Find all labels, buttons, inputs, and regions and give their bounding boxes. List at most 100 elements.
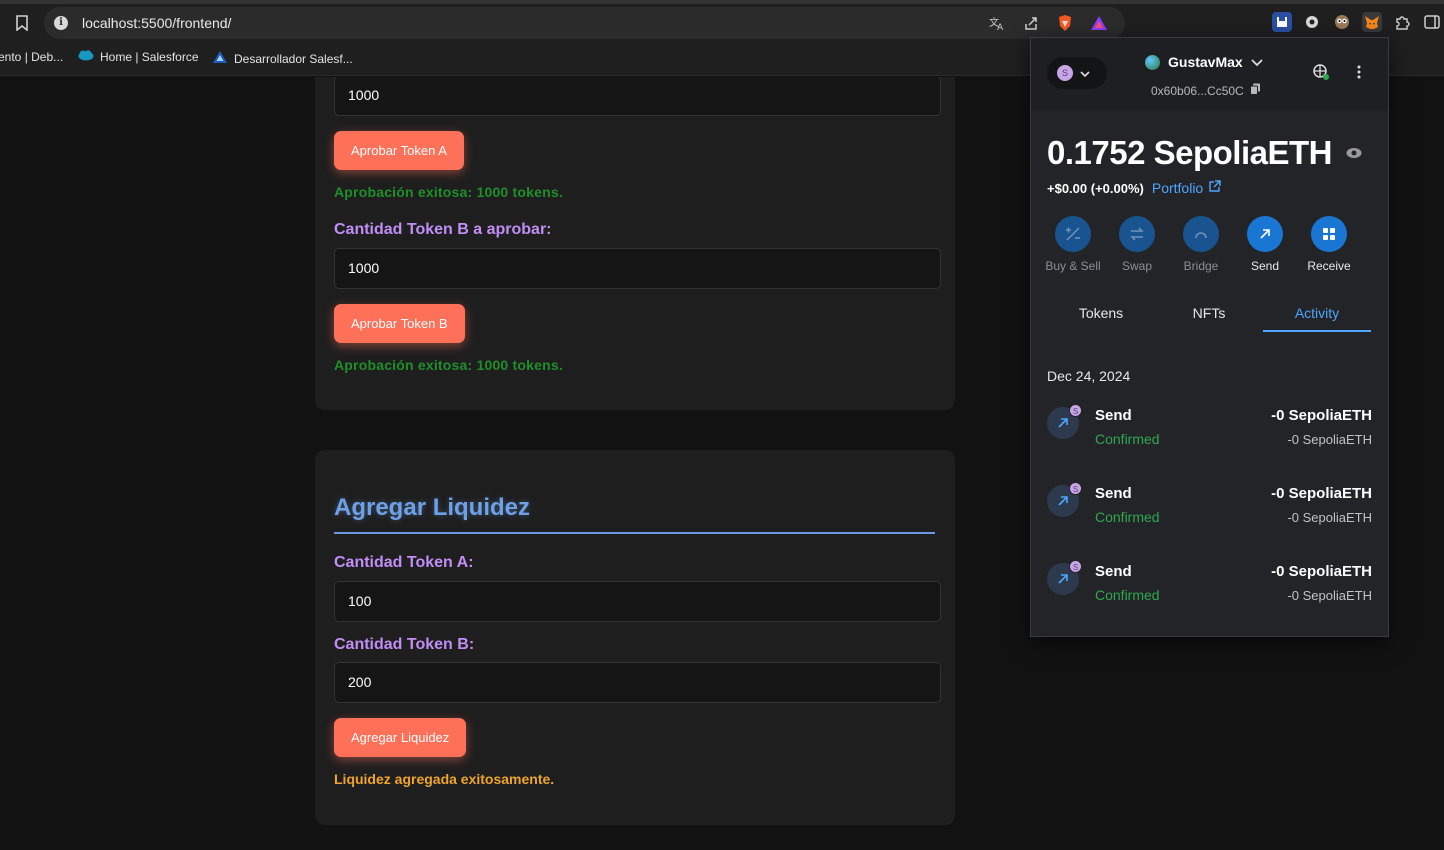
- kebab-menu-icon[interactable]: [1349, 62, 1369, 82]
- tx-type: Send: [1095, 563, 1132, 580]
- address-bar[interactable]: i localhost:5500/frontend/ 文A: [44, 7, 1125, 39]
- portfolio-label: Portfolio: [1151, 180, 1204, 196]
- tab-activity[interactable]: Activity: [1263, 296, 1371, 332]
- liquidity-result-message: Liquidez agregada exitosamente.: [334, 771, 555, 787]
- network-badge: S: [1069, 404, 1082, 417]
- receive-action[interactable]: Receive: [1297, 216, 1361, 273]
- tab-tokens[interactable]: Tokens: [1047, 296, 1155, 332]
- tx-status: Confirmed: [1095, 509, 1160, 525]
- tx-type: Send: [1095, 407, 1132, 424]
- translate-icon[interactable]: 文A: [987, 13, 1007, 33]
- eye-icon[interactable]: [1346, 147, 1362, 159]
- tx-status: Confirmed: [1095, 587, 1160, 603]
- svg-text:A: A: [997, 23, 1004, 31]
- bookmark-label: Desarrollador Salesf...: [234, 51, 353, 66]
- swap-label: Swap: [1121, 259, 1153, 273]
- owl-extension-icon[interactable]: [1332, 12, 1352, 32]
- sidebar-toggle-icon[interactable]: [1422, 12, 1442, 32]
- balance-value: 0.1752 SepoliaETH: [1047, 134, 1332, 171]
- buy-sell-label: Buy & Sell: [1045, 259, 1101, 273]
- token-b-approve-input[interactable]: 1000: [334, 248, 941, 289]
- metamask-popup: S GustavMax 0x60b06...Cc50C 0.1752 Sepol…: [1030, 37, 1389, 637]
- bookmark-salesforce-dev[interactable]: Desarrollador Salesf...: [212, 50, 353, 67]
- approve-token-a-button[interactable]: Aprobar Token A: [334, 131, 464, 170]
- bookmark-icon[interactable]: [12, 13, 32, 33]
- activity-item[interactable]: S Send Confirmed -0 SepoliaETH -0 Sepoli…: [1047, 482, 1372, 536]
- activity-date: Dec 24, 2024: [1047, 368, 1131, 384]
- trailhead-icon: [212, 50, 228, 67]
- url-text[interactable]: localhost:5500/frontend/: [82, 15, 231, 31]
- metamask-fox-icon[interactable]: [1362, 12, 1382, 32]
- extensions-puzzle-icon[interactable]: [1392, 12, 1412, 32]
- receive-label: Receive: [1307, 259, 1351, 273]
- address-text: 0x60b06...Cc50C: [1151, 83, 1244, 98]
- token-b-approve-label: Cantidad Token B a aprobar:: [334, 221, 552, 238]
- save-extension-icon[interactable]: [1272, 12, 1292, 32]
- tx-amount: -0 SepoliaETH: [1271, 563, 1372, 580]
- chatgpt-extension-icon[interactable]: [1302, 12, 1322, 32]
- network-avatar: S: [1057, 65, 1073, 81]
- tx-fiat-amount: -0 SepoliaETH: [1287, 432, 1372, 447]
- account-avatar: [1145, 54, 1160, 70]
- tx-amount: -0 SepoliaETH: [1271, 485, 1372, 502]
- approve-token-b-button[interactable]: Aprobar Token B: [334, 304, 465, 343]
- add-liquidity-button[interactable]: Agregar Liquidez: [334, 718, 467, 757]
- send-label: Send: [1250, 259, 1280, 273]
- tx-fiat-amount: -0 SepoliaETH: [1287, 510, 1372, 525]
- token-b-approve-success: Aprobación exitosa: 1000 tokens.: [334, 357, 563, 373]
- send-action[interactable]: Send: [1233, 216, 1297, 273]
- activity-item[interactable]: S Send Confirmed -0 SepoliaETH -0 Sepoli…: [1047, 404, 1372, 458]
- tx-type: Send: [1095, 485, 1132, 502]
- tab-nfts[interactable]: NFTs: [1155, 296, 1263, 332]
- wallet-header: S GustavMax 0x60b06...Cc50C: [1031, 38, 1388, 110]
- wallet-balance: 0.1752 SepoliaETH: [1047, 134, 1362, 172]
- bridge-label: Bridge: [1183, 259, 1219, 273]
- plus-minus-icon: [1055, 216, 1091, 252]
- brave-shield-icon[interactable]: [1055, 13, 1075, 33]
- account-selector[interactable]: GustavMax: [1145, 54, 1263, 70]
- bridge-action[interactable]: Bridge: [1169, 216, 1233, 273]
- network-selector[interactable]: S: [1047, 57, 1107, 89]
- tx-fiat-amount: -0 SepoliaETH: [1287, 588, 1372, 603]
- chevron-down-icon: [1251, 54, 1263, 70]
- activity-item[interactable]: S Send Confirmed -0 SepoliaETH -0 Sepoli…: [1047, 560, 1372, 614]
- send-arrow-icon: S: [1047, 482, 1082, 517]
- salesforce-cloud-icon: [78, 50, 94, 64]
- liquidity-token-b-input[interactable]: 200: [334, 662, 941, 703]
- network-badge: S: [1069, 482, 1082, 495]
- browser-toolbar: i localhost:5500/frontend/ 文A: [0, 0, 1444, 42]
- brave-rewards-icon[interactable]: [1089, 13, 1109, 33]
- tx-amount: -0 SepoliaETH: [1271, 407, 1372, 424]
- wallet-actions: Buy & Sell Swap Bridge Send Receive: [1041, 216, 1381, 273]
- liquidity-token-a-label: Cantidad Token A:: [334, 554, 474, 571]
- liquidity-token-b-label: Cantidad Token B:: [334, 636, 475, 653]
- connected-sites-icon[interactable]: [1311, 62, 1331, 82]
- bookmark-label: ento | Deb...: [0, 50, 64, 64]
- swap-action[interactable]: Swap: [1105, 216, 1169, 273]
- send-arrow-icon: S: [1047, 404, 1082, 439]
- external-link-icon: [1208, 180, 1221, 196]
- bridge-arc-icon: [1183, 216, 1219, 252]
- token-a-approve-success: Aprobación exitosa: 1000 tokens.: [334, 184, 563, 200]
- send-arrow-icon: S: [1047, 560, 1082, 595]
- add-liquidity-title: Agregar Liquidez: [334, 494, 531, 521]
- bookmark-debug[interactable]: ento | Deb...: [0, 50, 63, 64]
- site-info-icon[interactable]: i: [54, 16, 68, 30]
- portfolio-link[interactable]: Portfolio: [1152, 180, 1221, 196]
- send-arrow-icon: [1247, 216, 1283, 252]
- title-divider: [334, 532, 935, 534]
- add-liquidity-card: Agregar Liquidez Cantidad Token A: 100 C…: [315, 450, 955, 825]
- buy-sell-action[interactable]: Buy & Sell: [1041, 216, 1105, 273]
- change-value: +$0.00 (+0.00%): [1047, 180, 1144, 196]
- copy-icon[interactable]: [1249, 83, 1261, 98]
- account-address[interactable]: 0x60b06...Cc50C: [1151, 83, 1261, 98]
- liquidity-token-a-input[interactable]: 100: [334, 581, 941, 622]
- tx-status: Confirmed: [1095, 431, 1160, 447]
- bookmark-salesforce-home[interactable]: Home | Salesforce: [78, 50, 199, 64]
- swap-arrows-icon: [1119, 216, 1155, 252]
- token-a-approve-input[interactable]: 1000: [334, 77, 941, 116]
- chevron-down-icon: [1080, 64, 1090, 82]
- network-badge: S: [1069, 560, 1082, 573]
- account-name: GustavMax: [1168, 54, 1243, 70]
- share-icon[interactable]: [1021, 13, 1041, 33]
